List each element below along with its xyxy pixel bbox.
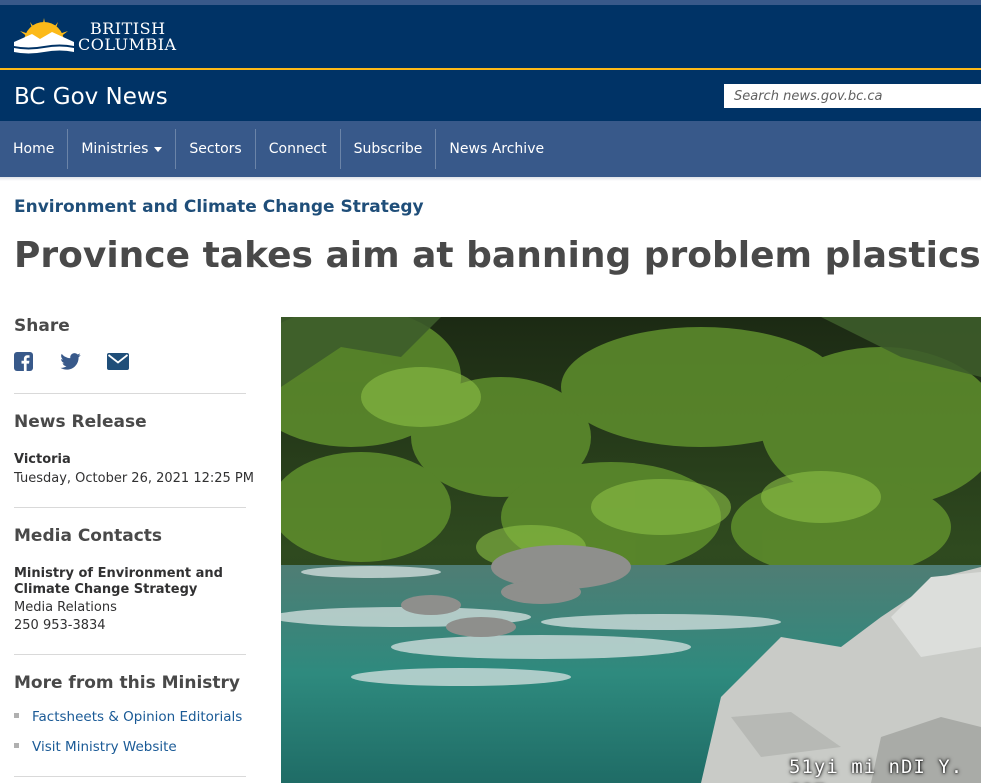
nav-item-news-archive[interactable]: News Archive	[436, 129, 557, 169]
news-release-heading: News Release	[14, 412, 147, 432]
factsheets-link[interactable]: Factsheets & Opinion Editorials	[14, 708, 242, 726]
sidebar-divider	[14, 776, 246, 777]
article-photo	[281, 317, 981, 783]
nav-item-label: Connect	[268, 141, 327, 157]
article-headline: Province takes aim at banning problem pl…	[14, 235, 981, 276]
bullet-icon	[14, 712, 19, 718]
release-location: Victoria	[14, 452, 71, 467]
sidebar-divider	[14, 393, 246, 394]
twitter-icon[interactable]	[60, 353, 81, 370]
contact-phone: 250 953-3834	[14, 618, 106, 633]
nav-item-subscribe[interactable]: Subscribe	[341, 129, 436, 169]
nav-item-label: Ministries	[81, 141, 149, 157]
nav-item-home[interactable]: Home	[0, 129, 67, 169]
share-heading: Share	[14, 316, 70, 336]
email-icon[interactable]	[107, 353, 129, 370]
logo-text-columbia: COLUMBIA	[78, 35, 177, 54]
nav-shadow	[0, 177, 981, 181]
bc-logo[interactable]: BRITISH COLUMBIA	[12, 12, 176, 60]
nav-item-connect[interactable]: Connect	[256, 129, 340, 169]
more-from-ministry-heading: More from this Ministry	[14, 673, 240, 693]
nav-item-label: Home	[13, 141, 55, 157]
sidebar-divider	[14, 507, 246, 508]
nav-item-sectors[interactable]: Sectors	[176, 129, 254, 169]
nav-item-label: Sectors	[189, 141, 242, 157]
watermark-text: 51yi mi nDI Y. com	[789, 756, 964, 783]
site-title[interactable]: BC Gov News	[14, 83, 168, 111]
caret-down-icon	[154, 146, 163, 152]
contact-department: Media Relations	[14, 600, 117, 615]
river-forest-image	[281, 317, 981, 783]
sun-mountains-icon	[14, 18, 74, 54]
media-contacts-heading: Media Contacts	[14, 526, 163, 546]
release-date: Tuesday, October 26, 2021 12:25 PM	[14, 471, 254, 486]
link-label: Visit Ministry Website	[32, 739, 177, 755]
nav-item-ministries[interactable]: Ministries	[68, 129, 175, 169]
facebook-icon[interactable]	[14, 352, 33, 371]
nav-item-label: News Archive	[449, 141, 545, 157]
main-nav: Home Ministries Sectors Connect Subscrib…	[0, 129, 557, 169]
bullet-icon	[14, 742, 19, 748]
link-label: Factsheets & Opinion Editorials	[32, 709, 243, 725]
nav-item-label: Subscribe	[353, 141, 423, 157]
contact-organization: Ministry of Environment and Climate Chan…	[14, 566, 223, 597]
article-category-link[interactable]: Environment and Climate Change Strategy	[14, 195, 424, 219]
ministry-website-link[interactable]: Visit Ministry Website	[14, 738, 177, 756]
sidebar-divider	[14, 654, 246, 655]
search-input[interactable]	[724, 84, 981, 108]
